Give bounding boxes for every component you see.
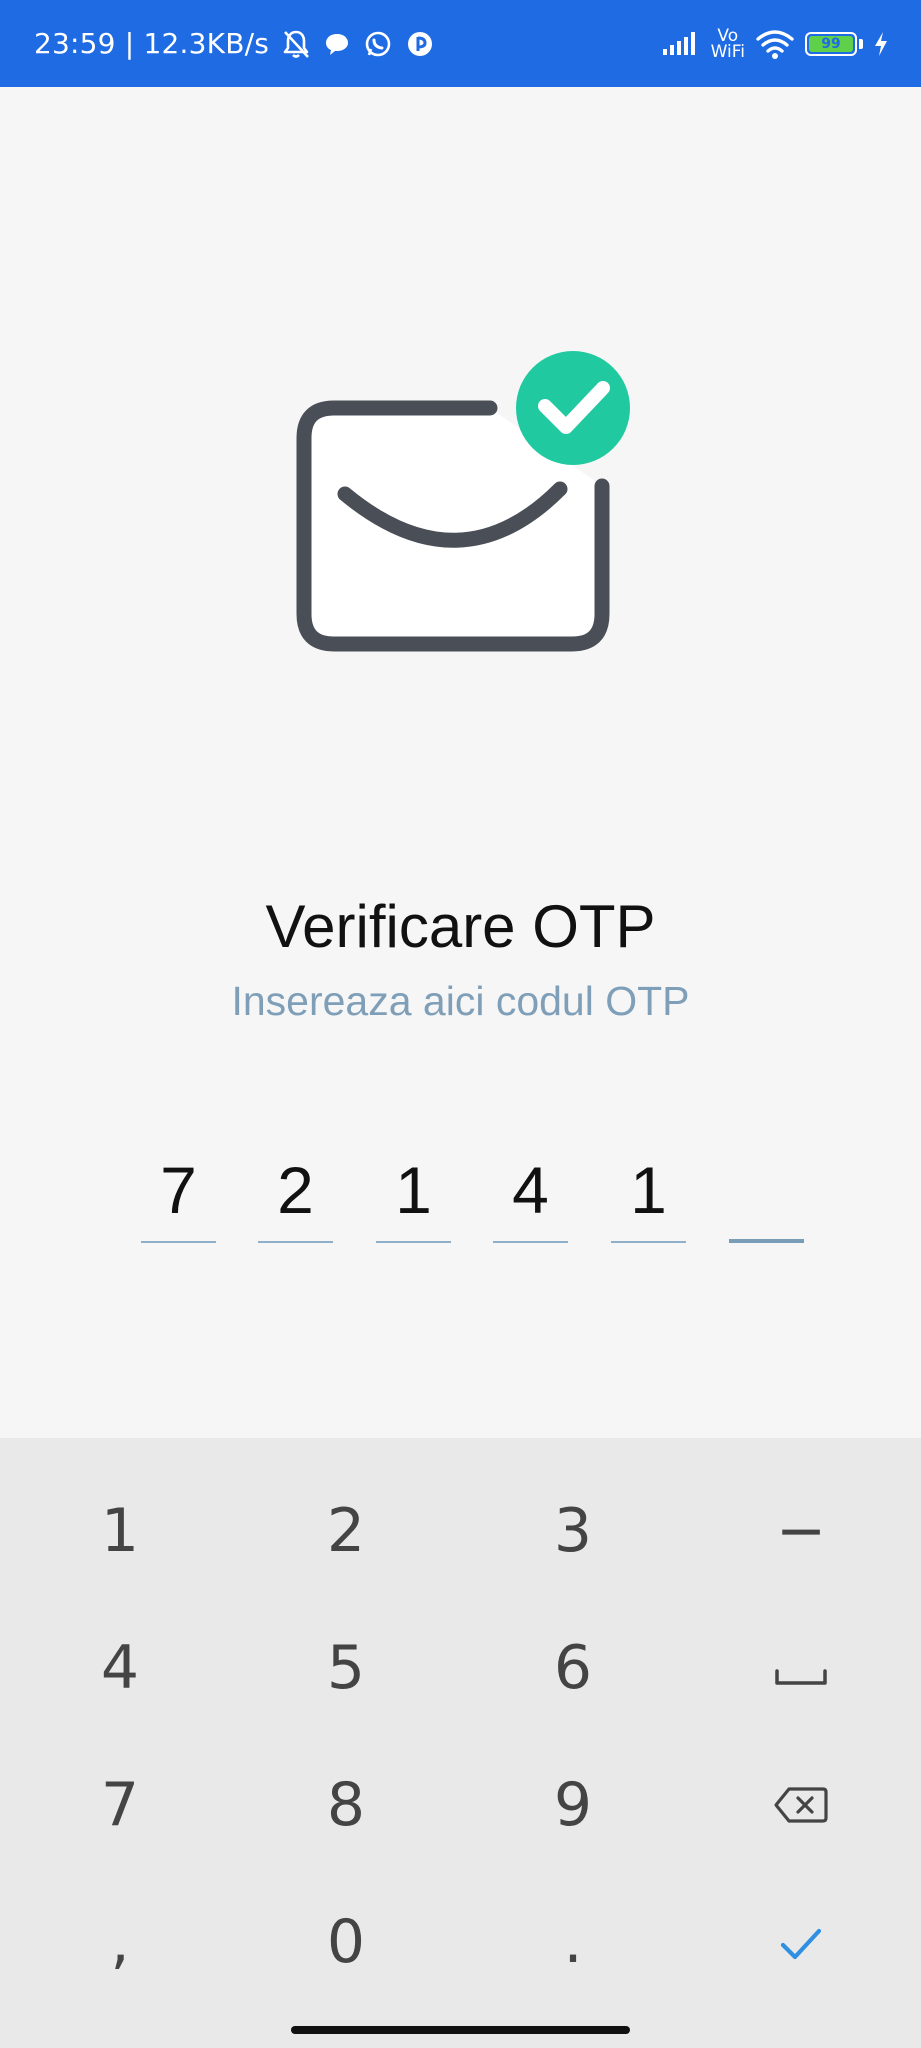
key-6[interactable]: 6 — [459, 1599, 687, 1736]
battery-level: 99 — [821, 35, 841, 52]
key-2[interactable]: 2 — [232, 1462, 460, 1599]
status-right: Vo WiFi 99 — [661, 0, 889, 87]
bell-muted-icon — [281, 28, 311, 60]
key-label: 0 — [326, 1906, 366, 1977]
check-badge-icon — [516, 351, 630, 465]
key-9[interactable]: 9 — [459, 1736, 687, 1873]
key-label: 1 — [100, 1495, 140, 1566]
otp-digit-field-6[interactable] — [729, 1150, 804, 1243]
key-space[interactable] — [687, 1599, 915, 1736]
otp-digit-value: 2 — [277, 1153, 314, 1227]
status-time-speed: 23:59 | 12.3KB/s — [34, 27, 270, 60]
key-confirm[interactable] — [687, 1873, 915, 2010]
key-label: 5 — [326, 1632, 366, 1703]
key-label: . — [563, 1906, 583, 1977]
otp-digit-value: 1 — [395, 1153, 432, 1227]
otp-underline — [258, 1241, 333, 1243]
otp-input-row: 7 2 1 4 1 — [0, 1150, 921, 1245]
otp-illustration — [290, 344, 635, 674]
key-comma[interactable]: , — [6, 1873, 234, 2010]
otp-underline — [493, 1241, 568, 1243]
key-8[interactable]: 8 — [232, 1736, 460, 1873]
battery-icon: 99 — [805, 31, 857, 56]
key-5[interactable]: 5 — [232, 1599, 460, 1736]
key-1[interactable]: 1 — [6, 1462, 234, 1599]
key-7[interactable]: 7 — [6, 1736, 234, 1873]
backspace-icon — [773, 1770, 829, 1840]
key-label: 2 — [326, 1495, 366, 1566]
key-minus[interactable]: − — [687, 1462, 915, 1599]
confirm-check-icon — [779, 1907, 823, 1977]
otp-underline — [376, 1241, 451, 1243]
charging-icon — [873, 31, 889, 57]
vowifi-bottom: WiFi — [710, 41, 745, 62]
key-label: 7 — [100, 1769, 140, 1840]
status-bar: 23:59 | 12.3KB/s Vo WiFi 99 — [0, 0, 921, 87]
otp-digit-value: 4 — [512, 1153, 549, 1227]
key-label: − — [775, 1495, 827, 1566]
otp-digit-field-2[interactable]: 2 — [258, 1150, 333, 1243]
key-0[interactable]: 0 — [232, 1873, 460, 2010]
key-period[interactable]: . — [459, 1873, 687, 2010]
signal-icon — [661, 29, 701, 59]
key-label: 4 — [100, 1632, 140, 1703]
home-indicator[interactable] — [291, 2026, 630, 2034]
otp-digit-value: 7 — [160, 1153, 197, 1227]
chat-bubble-icon — [323, 30, 351, 58]
otp-digit-field-3[interactable]: 1 — [376, 1150, 451, 1243]
otp-underline-active — [729, 1239, 804, 1243]
key-backspace[interactable] — [687, 1736, 915, 1873]
otp-digit-field-4[interactable]: 4 — [493, 1150, 568, 1243]
vowifi-indicator: Vo WiFi — [710, 27, 745, 62]
page-subtitle: Insereaza aici codul OTP — [231, 978, 690, 1024]
otp-digit-value: 1 — [630, 1153, 667, 1227]
key-label: 9 — [553, 1769, 593, 1840]
otp-underline — [611, 1241, 686, 1243]
key-3[interactable]: 3 — [459, 1462, 687, 1599]
key-label: 6 — [553, 1632, 593, 1703]
whatsapp-icon — [363, 29, 393, 59]
wifi-icon — [755, 28, 795, 60]
otp-digit-field-1[interactable]: 7 — [141, 1150, 216, 1243]
space-icon — [774, 1633, 828, 1703]
key-4[interactable]: 4 — [6, 1599, 234, 1736]
key-label: 3 — [553, 1495, 593, 1566]
status-left: 23:59 | 12.3KB/s — [34, 0, 435, 87]
key-label: 8 — [326, 1769, 366, 1840]
page-title: Verificare OTP — [265, 893, 656, 960]
numeric-keyboard: 1 2 3 − 4 5 6 7 8 9 , 0 . — [0, 1438, 921, 2048]
app-icon — [405, 29, 435, 59]
key-label: , — [110, 1906, 130, 1977]
otp-underline — [141, 1241, 216, 1243]
otp-digit-field-5[interactable]: 1 — [611, 1150, 686, 1243]
